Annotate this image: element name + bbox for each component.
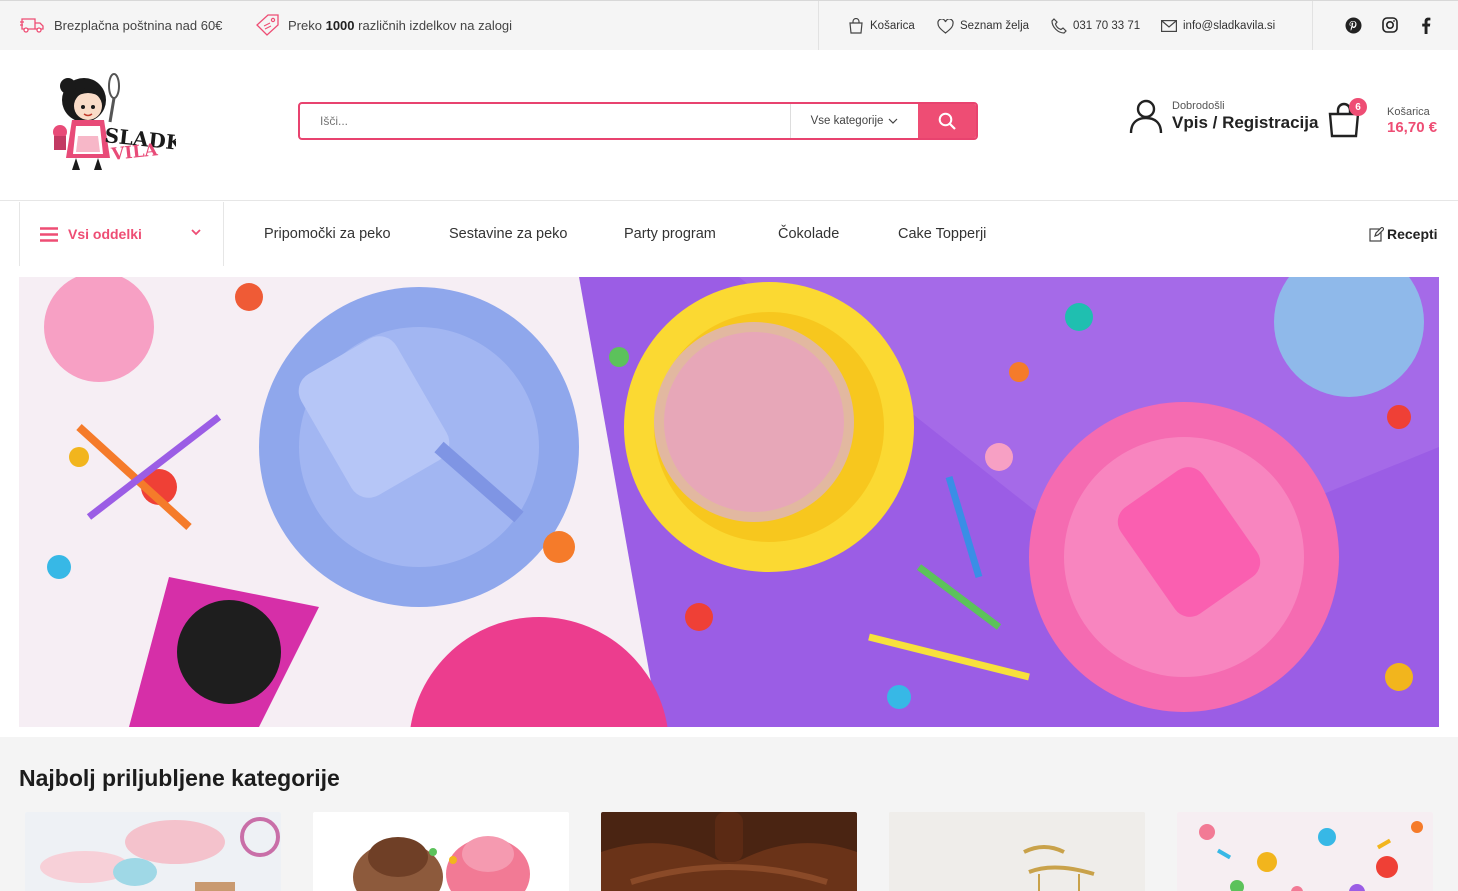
stock-prefix: Preko (288, 17, 322, 33)
free-shipping-text: Brezplačna poštnina nad 60€ (54, 17, 223, 33)
nav-link-cake-toppers[interactable]: Cake Topperji (898, 202, 986, 266)
truck-icon (20, 18, 44, 33)
main-header: SLADKA VILA Vse kategorije Dobrodošli Vp… (0, 50, 1458, 201)
recipes-label: Recepti (1387, 226, 1438, 242)
nav-link-baking-tools[interactable]: Pripomočki za peko (264, 202, 391, 266)
tag-icon (256, 14, 279, 36)
top-email-link[interactable]: info@sladkavila.si (1161, 1, 1275, 51)
category-card[interactable] (601, 812, 857, 891)
all-departments-label: Vsi oddelki (68, 226, 142, 242)
search-bar: Vse kategorije (298, 102, 978, 140)
all-departments-menu[interactable]: Vsi oddelki (19, 202, 224, 266)
sprinkles-image (1177, 812, 1433, 891)
svg-text:VILA: VILA (109, 140, 159, 165)
search-icon (938, 112, 956, 130)
nav-link-baking-ingredients[interactable]: Sestavine za peko (449, 202, 568, 266)
top-cart-link[interactable]: Košarica (848, 1, 915, 51)
top-bar: Brezplačna poštnina nad 60€ Preko 1000 r… (0, 0, 1458, 51)
cart-summary[interactable]: Košarica 16,70 € (1387, 106, 1437, 136)
top-email-address: info@sladkavila.si (1183, 20, 1276, 32)
phone-icon (1051, 18, 1067, 34)
recipes-link[interactable]: Recepti (1369, 202, 1438, 266)
edit-icon (1369, 226, 1384, 242)
cart-total: 16,70 € (1387, 119, 1438, 136)
party-table-image (19, 277, 1439, 727)
category-card[interactable] (1177, 812, 1433, 891)
cupcakes-image (313, 812, 569, 891)
baking-tools-image (25, 812, 281, 891)
chevron-down-icon (191, 229, 201, 236)
cart-button[interactable]: 6 (1326, 98, 1367, 138)
facebook-icon[interactable] (1416, 15, 1436, 35)
cart-label: Košarica (1387, 106, 1430, 118)
free-shipping-notice: Brezplačna poštnina nad 60€ (20, 1, 222, 49)
stock-suffix: različnih izdelkov na zalogi (358, 17, 513, 33)
cake-topper-image (889, 812, 1145, 891)
nav-link-chocolates[interactable]: Čokolade (778, 202, 839, 266)
category-card[interactable] (25, 812, 281, 891)
stock-count: 1000 (325, 17, 355, 33)
pinterest-icon[interactable] (1343, 15, 1363, 35)
chocolate-image (601, 812, 857, 891)
category-card[interactable] (889, 812, 1145, 891)
popular-categories-title: Najbolj priljubljene kategorije (19, 765, 340, 791)
top-cart-label: Košarica (870, 20, 915, 32)
search-input[interactable] (300, 104, 790, 138)
heart-icon (937, 18, 954, 34)
category-card[interactable] (313, 812, 569, 891)
stock-notice: Preko 1000 različnih izdelkov na zalogi (256, 1, 512, 49)
main-nav: Vsi oddelki Pripomočki za peko Sestavine… (0, 202, 1458, 266)
account-greeting: Dobrodošli (1172, 99, 1225, 112)
top-wishlist-link[interactable]: Seznam želja (937, 1, 1029, 51)
top-phone-link[interactable]: 031 70 33 71 (1051, 1, 1140, 51)
cart-count-badge: 6 (1349, 98, 1367, 116)
user-icon (1129, 99, 1163, 134)
top-links: Košarica Seznam želja 031 70 33 71 info@… (818, 1, 1313, 51)
mail-icon (1161, 20, 1177, 32)
popular-categories-section: Najbolj priljubljene kategorije (0, 737, 1458, 891)
chevron-down-icon (889, 118, 898, 124)
bag-icon (849, 18, 863, 34)
nav-link-party-program[interactable]: Party program (624, 202, 716, 266)
search-category-label: Vse kategorije (810, 115, 884, 127)
site-logo[interactable]: SLADKA VILA (46, 70, 199, 180)
instagram-icon[interactable] (1380, 15, 1400, 35)
hero-banner[interactable] (19, 277, 1439, 727)
search-button[interactable] (918, 104, 976, 138)
top-wishlist-label: Seznam želja (960, 20, 1030, 32)
account-login-register[interactable]: Vpis / Registracija (1172, 113, 1318, 133)
search-category-select[interactable]: Vse kategorije (790, 104, 918, 138)
top-phone-number: 031 70 33 71 (1073, 20, 1141, 32)
account-link[interactable]: Dobrodošli Vpis / Registracija (1128, 98, 1318, 134)
hamburger-icon (40, 226, 58, 242)
